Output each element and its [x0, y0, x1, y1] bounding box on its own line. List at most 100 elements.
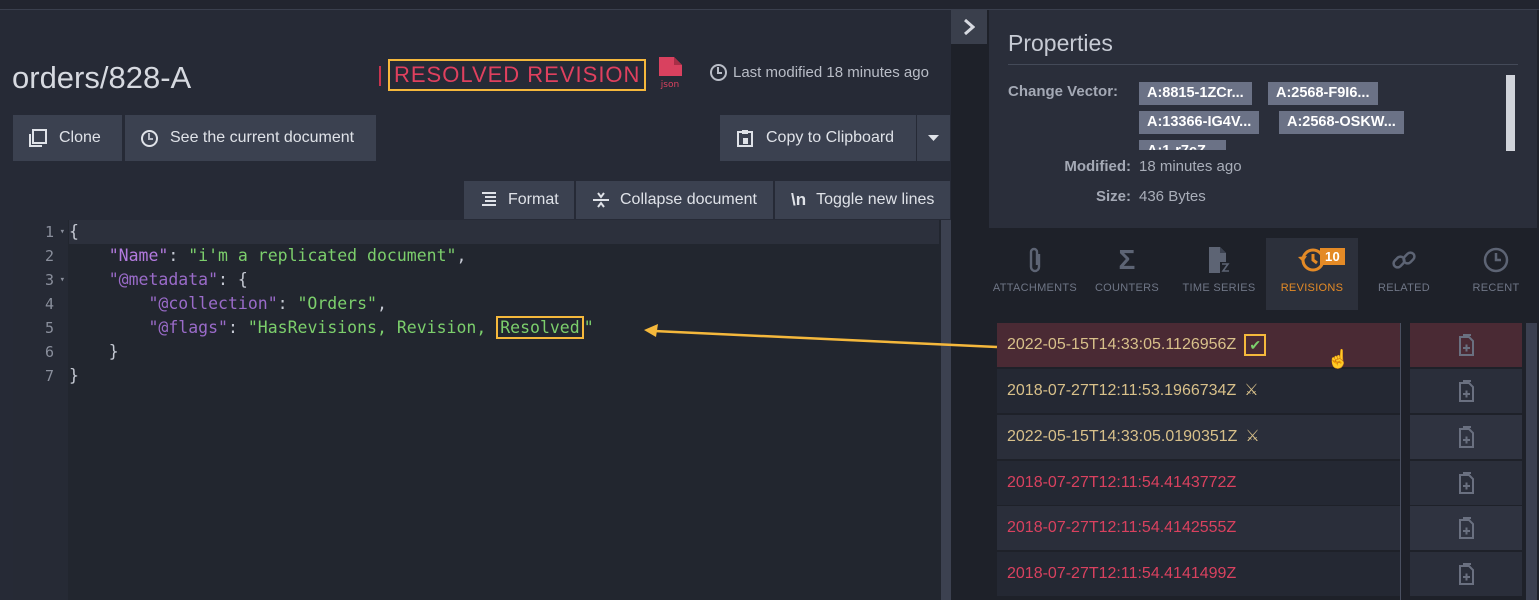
compare-revision-button[interactable] [1410, 323, 1522, 367]
tab-attachments[interactable]: ATTACHMENTS [989, 238, 1081, 310]
format-icon [482, 192, 496, 206]
compare-revision-button[interactable] [1410, 415, 1522, 459]
document-title: orders/828-A [12, 60, 192, 95]
document-tabs: ATTACHMENTS Σ COUNTERS TIME SERIES 10 RE… [989, 238, 1539, 310]
json-editor[interactable]: 1 ▾ 2 3 ▾ 4 5 6 7 { "Name": "i'm a replica… [13, 220, 951, 600]
change-vector-chip: A:13366-IG4V... [1139, 111, 1260, 134]
properties-scrollbar[interactable] [1506, 75, 1515, 151]
link-icon [1358, 238, 1450, 282]
format-button[interactable]: Format [464, 181, 574, 219]
change-vector-chip: A:2568-F9I6... [1268, 82, 1378, 105]
see-current-document-button[interactable]: See the current document [125, 115, 376, 161]
clone-icon [29, 129, 47, 147]
revision-link[interactable]: 2022-05-15T14:33:05.1126956Z ✔ ☝ [997, 323, 1400, 369]
document-panel: orders/828-A RESOLVED REVISION json Last… [0, 10, 951, 600]
line-number: 3 ▾ [44, 271, 65, 289]
revision-row[interactable]: 2018-07-27T12:11:54.4142555Z [997, 506, 1524, 550]
collapse-label: Collapse document [620, 191, 757, 208]
clone-button[interactable]: Clone [13, 115, 122, 161]
document-diff-icon [1459, 517, 1474, 539]
tab-label: COUNTERS [1094, 282, 1160, 294]
time-series-icon [1173, 238, 1265, 282]
code-line: "@metadata": { [108, 270, 248, 289]
code-content[interactable]: { "Name": "i'm a replicated document", "… [69, 220, 939, 388]
collapse-document-button[interactable]: Collapse document [576, 181, 773, 219]
revision-row[interactable]: 2018-07-27T12:11:54.4143772Z [997, 461, 1524, 505]
document-diff-icon [1459, 380, 1474, 402]
change-vector-chips: A:8815-1ZCr... A:2568-F9I6... A:13366-IG… [1139, 80, 1499, 150]
revision-date: 2018-07-27T12:11:54.4143772Z [1007, 474, 1237, 491]
compare-revision-button[interactable] [1410, 506, 1522, 550]
size-label: Size: [1095, 188, 1131, 205]
document-diff-icon [1459, 563, 1474, 585]
badge-text: RESOLVED REVISION [394, 62, 641, 87]
conflict-swords-icon: ⚔ [1245, 428, 1260, 445]
resolved-revision-badge: RESOLVED REVISION [388, 59, 647, 91]
line-number: 4 [44, 295, 54, 313]
clock-icon [1450, 238, 1539, 282]
revision-date: 2022-05-15T14:33:05.1126956Z [1007, 336, 1237, 353]
line-number: 6 [44, 343, 54, 361]
clock-icon [710, 64, 727, 81]
tab-label: ATTACHMENTS [992, 282, 1078, 294]
compare-revision-button[interactable] [1410, 552, 1522, 596]
tab-label: RECENT [1472, 282, 1520, 294]
json-file-icon: json [659, 57, 682, 90]
compare-revision-button[interactable] [1410, 369, 1522, 413]
editor-scrollbar[interactable] [941, 220, 951, 600]
properties-section: Properties Change Vector: A:8815-1ZCr...… [989, 10, 1537, 228]
toggle-new-lines-button[interactable]: \n Toggle new lines [775, 181, 950, 219]
chevron-right-icon [964, 19, 975, 35]
properties-title: Properties [1008, 30, 1113, 56]
revision-date: 2018-07-27T12:11:54.4141499Z [1007, 565, 1237, 582]
tab-revisions[interactable]: 10 REVISIONS [1266, 238, 1358, 310]
revision-link[interactable]: 2018-07-27T12:11:53.1966734Z ⚔ [997, 369, 1400, 413]
code-line: } [69, 366, 79, 385]
code-line: "Name": "i'm a replicated document", [108, 246, 467, 265]
tab-recent[interactable]: RECENT [1450, 238, 1539, 310]
revision-column-divider [1400, 323, 1401, 600]
collapse-icon [593, 192, 609, 208]
modified-value: 18 minutes ago [1139, 158, 1242, 175]
tab-time-series[interactable]: TIME SERIES [1173, 238, 1265, 310]
badge-separator [379, 66, 381, 86]
tab-related[interactable]: RELATED [1358, 238, 1450, 310]
line-number: 5 [44, 319, 54, 337]
code-line: { [69, 220, 939, 244]
revision-link[interactable]: 2022-05-15T14:33:05.0190351Z ⚔ [997, 415, 1400, 459]
copy-to-clipboard-button[interactable]: Copy to Clipboard [720, 115, 916, 161]
tab-label: REVISIONS [1280, 282, 1344, 294]
sigma-icon: Σ [1118, 244, 1136, 275]
copy-options-dropdown[interactable] [917, 115, 950, 161]
callout-arrow [644, 324, 998, 349]
compare-revision-button[interactable] [1410, 461, 1522, 505]
line-gutter: 1 ▾ 2 3 ▾ 4 5 6 7 [13, 220, 68, 600]
line-number: 7 [44, 367, 54, 385]
revisions-scrollbar[interactable] [1526, 323, 1537, 600]
clipboard-icon [737, 130, 753, 147]
top-bar [0, 0, 1539, 10]
copy-label: Copy to Clipboard [766, 129, 895, 146]
line-number: 1 ▾ [44, 223, 65, 241]
size-value: 436 Bytes [1139, 188, 1206, 205]
document-diff-icon [1459, 334, 1474, 356]
revision-link[interactable]: 2018-07-27T12:11:54.4141499Z [997, 552, 1400, 596]
revision-link[interactable]: 2018-07-27T12:11:54.4142555Z [997, 506, 1400, 550]
revision-row[interactable]: 2022-05-15T14:33:05.0190351Z ⚔ [997, 415, 1524, 459]
change-vector-label: Change Vector: [1008, 83, 1119, 100]
resolved-check-icon: ✔ [1244, 334, 1267, 356]
tab-counters[interactable]: Σ COUNTERS [1081, 238, 1173, 310]
conflict-swords-icon: ⚔ [1244, 382, 1259, 399]
last-modified: Last modified 18 minutes ago [710, 64, 929, 81]
revision-row[interactable]: 2018-07-27T12:11:53.1966734Z ⚔ [997, 369, 1524, 413]
revision-row[interactable]: 2022-05-15T14:33:05.1126956Z ✔ ☝ [997, 323, 1524, 369]
change-vector-chip: A:2568-OSKW... [1279, 111, 1404, 134]
resolved-flag-highlight: Resolved [496, 316, 584, 339]
newline-icon: \n [791, 190, 807, 209]
collapse-panel-button[interactable] [951, 10, 987, 44]
last-modified-text: Last modified 18 minutes ago [733, 64, 929, 81]
caret-down-icon [928, 134, 939, 141]
revision-link[interactable]: 2018-07-27T12:11:54.4143772Z [997, 461, 1400, 505]
revision-row[interactable]: 2018-07-27T12:11:54.4141499Z [997, 552, 1524, 596]
modified-label: Modified: [1064, 158, 1131, 175]
